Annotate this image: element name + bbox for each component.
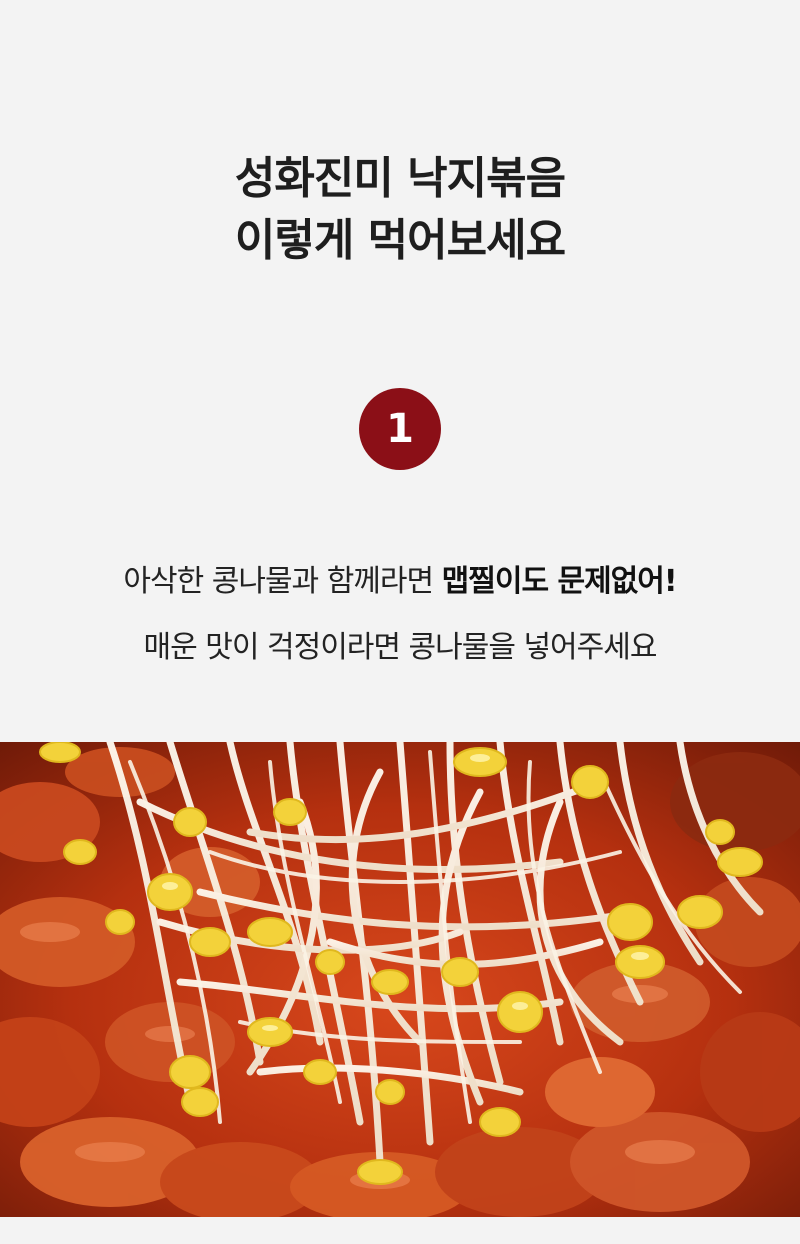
description-line-1-bold: 맵찔이도 문제없어! xyxy=(441,564,678,599)
page-title: 성화진미 낙지볶음 이렇게 먹어보세요 xyxy=(0,148,800,272)
description-line-1: 아삭한 콩나물과 함께라면 맵찔이도 문제없어! xyxy=(0,556,800,600)
description-line-2: 매운 맛이 걱정이라면 콩나물을 넣어주세요 xyxy=(143,630,658,665)
step-number-badge: 1 xyxy=(359,388,441,470)
description-line-1-normal: 아삭한 콩나물과 함께라면 xyxy=(123,564,442,599)
title-line-1: 성화진미 낙지볶음 xyxy=(234,153,566,204)
recipe-step-page: 성화진미 낙지볶음 이렇게 먹어보세요 1 아삭한 콩나물과 함께라면 맵찔이도… xyxy=(0,0,800,1244)
title-line-2: 이렇게 먹어보세요 xyxy=(234,215,566,266)
food-photo xyxy=(0,742,800,1217)
